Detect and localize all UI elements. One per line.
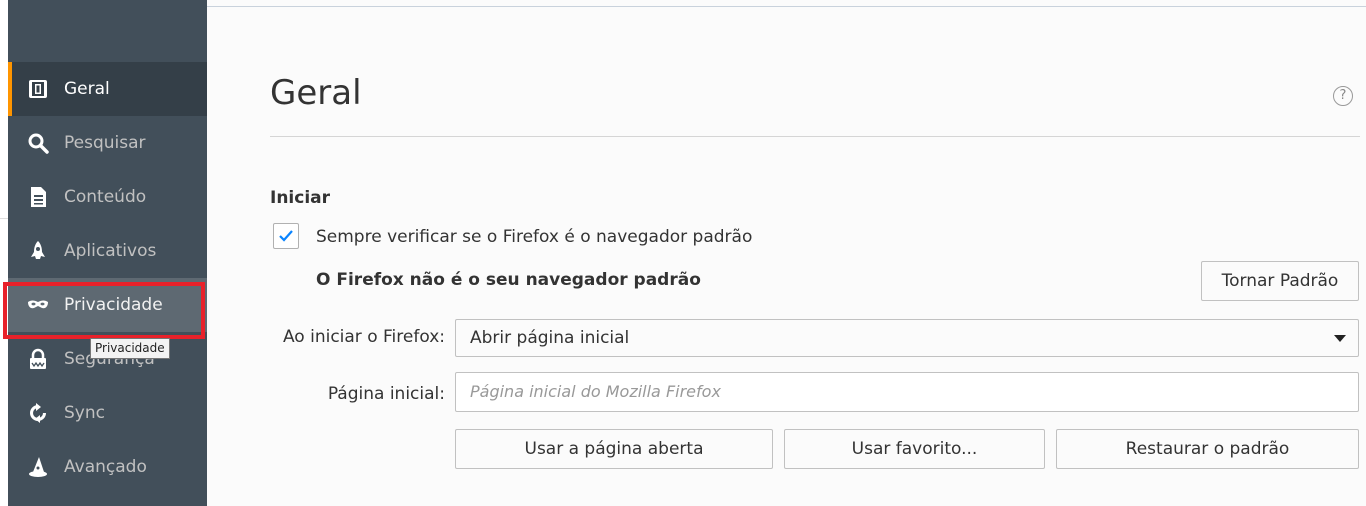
top-border (207, 6, 1366, 7)
search-icon (26, 131, 50, 155)
when-starts-select[interactable]: Abrir página inicial (455, 319, 1359, 357)
mask-icon (26, 293, 50, 317)
when-starts-label: Ao iniciar o Firefox: (282, 327, 445, 347)
sidebar-item-applications[interactable]: Aplicativos (8, 224, 207, 278)
always-check-default-label[interactable]: Sempre verificar se o Firefox é o navega… (316, 227, 752, 247)
sidebar-item-label: Privacidade (64, 295, 163, 315)
document-icon (26, 185, 50, 209)
sidebar-item-label: Conteúdo (64, 187, 147, 207)
sidebar-item-label: Aplicativos (64, 241, 157, 261)
sidebar-item-privacy[interactable]: Privacidade (8, 278, 207, 332)
use-current-page-button[interactable]: Usar a página aberta (455, 429, 773, 469)
rocket-icon (26, 239, 50, 263)
wizard-hat-icon (26, 455, 50, 479)
help-icon[interactable]: ? (1333, 86, 1353, 106)
sidebar-item-sync[interactable]: Sync (8, 386, 207, 440)
make-default-button[interactable]: Tornar Padrão (1201, 261, 1359, 301)
checkmark-icon (279, 230, 293, 242)
categories-sidebar: Geral Pesquisar Conteúdo Aplicativos Pri… (8, 0, 207, 506)
dropdown-arrow-icon (1334, 335, 1346, 342)
section-heading-startup: Iniciar (270, 188, 331, 208)
use-bookmark-button[interactable]: Usar favorito... (784, 429, 1045, 469)
sidebar-item-label: Sync (64, 403, 105, 423)
not-default-browser-text: O Firefox não é o seu navegador padrão (316, 270, 701, 290)
tooltip: Privacidade (90, 338, 170, 359)
sidebar-item-search[interactable]: Pesquisar (8, 116, 207, 170)
always-check-default-checkbox[interactable] (273, 223, 299, 249)
sidebar-item-content[interactable]: Conteúdo (8, 170, 207, 224)
sidebar-item-label: Avançado (64, 457, 147, 477)
homepage-input[interactable]: Página inicial do Mozilla Firefox (455, 372, 1359, 412)
sidebar-item-label: Pesquisar (64, 133, 146, 153)
window-edge (0, 0, 8, 506)
sync-icon (26, 401, 50, 425)
page-title: Geral (270, 73, 362, 113)
title-divider (270, 136, 1360, 137)
lock-icon (26, 347, 50, 371)
sidebar-item-general[interactable]: Geral (8, 62, 207, 116)
sidebar-item-advanced[interactable]: Avançado (8, 440, 207, 494)
general-icon (26, 77, 50, 101)
sidebar-item-label: Geral (64, 79, 110, 99)
restore-default-button[interactable]: Restaurar o padrão (1056, 429, 1359, 469)
when-starts-value: Abrir página inicial (470, 328, 630, 348)
homepage-label: Página inicial: (327, 384, 445, 404)
